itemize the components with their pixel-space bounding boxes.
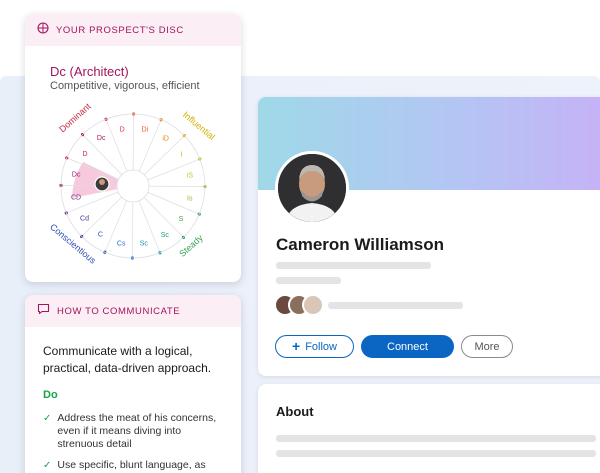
communicate-summary: Communicate with a logical, practical, d…	[43, 344, 212, 375]
wheel-segment-label[interactable]: Is	[187, 195, 193, 202]
about-placeholder	[276, 450, 596, 457]
headline-placeholder	[276, 262, 431, 269]
communicate-header-label: HOW TO COMMUNICATE	[57, 305, 181, 317]
about-placeholder	[276, 435, 596, 442]
wheel-segment-label[interactable]: Di	[141, 127, 148, 134]
wheel-group-label: Dominant	[57, 102, 93, 134]
location-placeholder	[276, 277, 341, 284]
wheel-segment-label[interactable]: Dc	[72, 172, 81, 179]
wheel-segment-label[interactable]: Cd	[80, 215, 89, 222]
disc-card: YOUR PROSPECT'S DISC Dc (Architect) Comp…	[25, 14, 241, 282]
do-item-text: Use specific, blunt language, as	[57, 459, 206, 471]
wheel-segment-label[interactable]: Sc	[140, 240, 149, 247]
chat-icon	[37, 302, 50, 320]
wheel-segment-label[interactable]: iD	[162, 136, 169, 143]
mutual-avatar	[302, 294, 324, 316]
wheel-segment-label[interactable]: C	[98, 231, 103, 238]
prospect-avatar-face	[99, 179, 105, 185]
wheel-segment-label[interactable]: CD	[71, 194, 81, 201]
mutual-connections-placeholder	[328, 302, 463, 309]
compass-icon	[37, 21, 49, 39]
communicate-card: HOW TO COMMUNICATE Communicate with a lo…	[25, 295, 241, 473]
wheel-group-label: Influential	[181, 109, 217, 141]
about-card: About	[258, 384, 600, 473]
follow-label: Follow	[305, 340, 337, 353]
profile-name: Cameron Williamson	[276, 235, 444, 254]
about-title: About	[276, 404, 314, 419]
do-list-item: ✓ Address the meat of his concerns, even…	[43, 412, 223, 451]
wheel-segment-label[interactable]: I	[181, 152, 183, 159]
wheel-segment-label[interactable]: iS	[187, 173, 194, 180]
disc-wheel: D Di iD IiS Is S Sc Sc Cs C Cd CD Dc D Dc Dominant Infl…	[48, 102, 217, 266]
wheel-center	[116, 169, 150, 203]
wheel-segment-label[interactable]: Sc	[161, 232, 170, 239]
wheel-group-label: Steady	[177, 232, 205, 259]
do-label: Do	[43, 389, 58, 401]
disc-header-label: YOUR PROSPECT'S DISC	[56, 24, 184, 36]
profile-avatar[interactable]	[275, 151, 349, 225]
wheel-segment-label[interactable]: D	[83, 151, 88, 158]
disc-card-header: YOUR PROSPECT'S DISC	[25, 14, 241, 46]
do-item-text: Address the meat of his concerns, even i…	[57, 412, 217, 450]
do-list-item: ✓ Use specific, blunt language, as	[43, 459, 223, 472]
follow-button[interactable]: + Follow	[275, 335, 354, 358]
check-icon: ✓	[43, 413, 52, 424]
mutual-connections-avatars[interactable]	[274, 294, 328, 318]
wheel-segment-label[interactable]: Dc	[97, 135, 106, 142]
disc-type: Dc (Architect)	[50, 64, 129, 79]
wheel-segment-label[interactable]: Cs	[117, 240, 126, 247]
connect-button[interactable]: Connect	[361, 335, 454, 358]
profile-card: Cameron Williamson + Follow Connect More	[258, 97, 600, 376]
plus-icon: +	[292, 338, 301, 354]
disc-description: Competitive, vigorous, efficient	[50, 80, 200, 92]
connect-label: Connect	[387, 340, 428, 353]
wheel-segment-label[interactable]: S	[179, 216, 184, 223]
wheel-segment-label[interactable]: D	[120, 127, 125, 134]
check-icon: ✓	[43, 460, 52, 471]
more-label: More	[474, 340, 500, 353]
communicate-card-header: HOW TO COMMUNICATE	[25, 295, 241, 327]
more-button[interactable]: More	[461, 335, 513, 358]
